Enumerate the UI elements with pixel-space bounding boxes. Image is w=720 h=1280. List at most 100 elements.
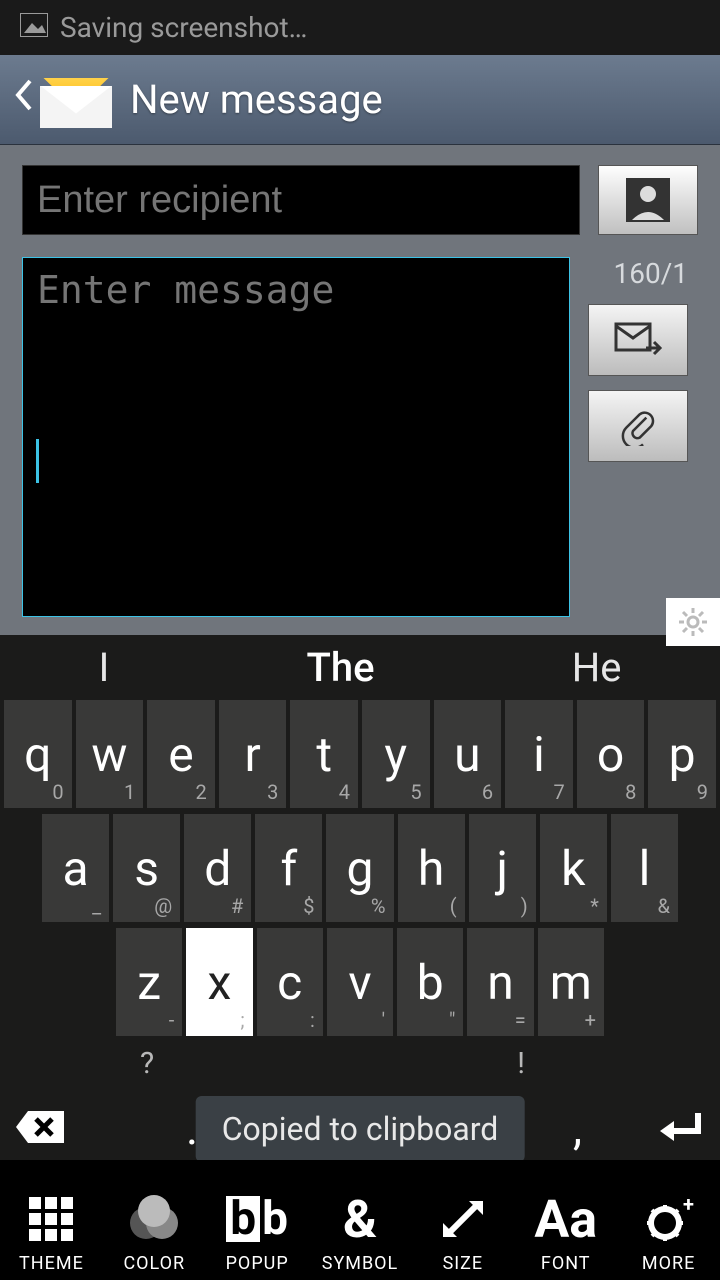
paperclip-icon [614,406,662,446]
key-f[interactable]: f$ [255,814,322,922]
tool-more[interactable]: + MORE [617,1160,720,1280]
add-contact-button[interactable] [598,165,698,235]
hint-row: ? ! [0,1042,720,1086]
more-icon: + [643,1187,695,1251]
tool-symbol[interactable]: & SYMBOL [309,1160,412,1280]
key-sub: 3 [267,780,278,804]
key-n[interactable]: n= [467,928,533,1036]
tool-size[interactable]: SIZE [411,1160,514,1280]
popup-icon: bb [226,1187,288,1251]
settings-tab[interactable] [666,598,720,646]
key-t[interactable]: t4 [290,700,358,808]
suggestion-1[interactable]: I [99,644,110,691]
suggestion-2[interactable]: The [307,644,375,691]
backspace-key[interactable] [14,1107,66,1151]
key-a[interactable]: a_ [42,814,109,922]
page-title: New message [130,76,383,123]
key-sub: ( [450,894,457,918]
key-x[interactable]: x; [186,928,252,1036]
keyboard-toolbar: THEME COLOR bb POPUP & SYMBOL SIZE Aa FO [0,1160,720,1280]
hint-exclaim: ! [517,1046,525,1081]
key-o[interactable]: o8 [577,700,645,808]
picture-icon [20,11,48,44]
svg-text:+: + [683,1195,694,1216]
key-u[interactable]: u6 [434,700,502,808]
key-sub: = [515,1008,526,1032]
send-icon [614,320,662,360]
key-e[interactable]: e2 [147,700,215,808]
message-input[interactable] [22,257,570,617]
key-sub: ; [240,1008,244,1032]
key-m[interactable]: m+ [538,928,604,1036]
key-sub: @ [154,894,172,918]
contact-icon [626,178,670,222]
notification-text: Saving screenshot… [60,11,307,44]
send-button[interactable] [588,304,688,376]
key-sub: " [449,1008,455,1032]
key-sub: + [585,1008,596,1032]
key-v[interactable]: v' [327,928,393,1036]
key-p[interactable]: p9 [648,700,716,808]
key-sub: ' [382,1008,386,1032]
key-sub: 1 [124,780,135,804]
key-s[interactable]: s@ [113,814,180,922]
key-j[interactable]: j) [469,814,536,922]
status-bar: Saving screenshot… [0,0,720,55]
key-sub: 9 [697,780,708,804]
key-q[interactable]: q0 [4,700,72,808]
attach-button[interactable] [588,390,688,462]
compose-area: 160/1 [0,145,720,635]
size-icon [439,1187,487,1251]
key-sub: 8 [625,780,636,804]
key-sub: : [310,1008,315,1032]
suggestion-3[interactable]: He [572,644,622,691]
key-sub: 6 [482,780,493,804]
key-w[interactable]: w1 [76,700,144,808]
key-l[interactable]: l& [611,814,678,922]
key-sub: 2 [196,780,207,804]
toast-message: Copied to clipboard [196,1096,525,1162]
font-icon: Aa [534,1187,597,1251]
key-sub: ) [521,894,528,918]
key-i[interactable]: i7 [505,700,573,808]
tool-font[interactable]: Aa FONT [514,1160,617,1280]
key-h[interactable]: h( [398,814,465,922]
app-title-bar: New message [0,55,720,145]
key-sub: $ [303,894,314,918]
tool-color[interactable]: COLOR [103,1160,206,1280]
color-icon [126,1187,182,1251]
theme-icon [27,1187,75,1251]
key-g[interactable]: g% [326,814,393,922]
key-sub: _ [92,894,101,918]
key-sub: 5 [410,780,421,804]
gear-icon [677,606,709,638]
text-cursor [36,439,39,483]
key-sub: 7 [554,780,565,804]
mail-icon [40,72,112,128]
comma-key[interactable]: , [573,1102,582,1156]
key-k[interactable]: k* [540,814,607,922]
back-chevron-icon[interactable] [10,77,40,122]
key-sub: % [371,894,386,918]
key-c[interactable]: c: [257,928,323,1036]
hint-question: ? [140,1046,154,1081]
key-y[interactable]: y5 [362,700,430,808]
key-sub: 0 [52,780,63,804]
recipient-input[interactable] [22,165,580,235]
keyboard: I The He q0w1e2r3t4y5u6i7o8p9 a_s@d#f$g%… [0,635,720,1280]
key-sub: * [590,894,599,918]
symbol-icon: & [343,1187,377,1251]
enter-key[interactable] [654,1107,706,1151]
key-sub: & [658,894,670,918]
char-counter: 160/1 [614,257,689,290]
key-sub: # [231,894,243,918]
key-r[interactable]: r3 [219,700,287,808]
tool-theme[interactable]: THEME [0,1160,103,1280]
tool-popup[interactable]: bb POPUP [206,1160,309,1280]
key-b[interactable]: b" [397,928,463,1036]
key-sub: - [169,1008,175,1032]
key-d[interactable]: d# [184,814,251,922]
key-sub: 4 [339,780,350,804]
key-z[interactable]: z- [116,928,182,1036]
suggestion-row: I The He [0,635,720,700]
